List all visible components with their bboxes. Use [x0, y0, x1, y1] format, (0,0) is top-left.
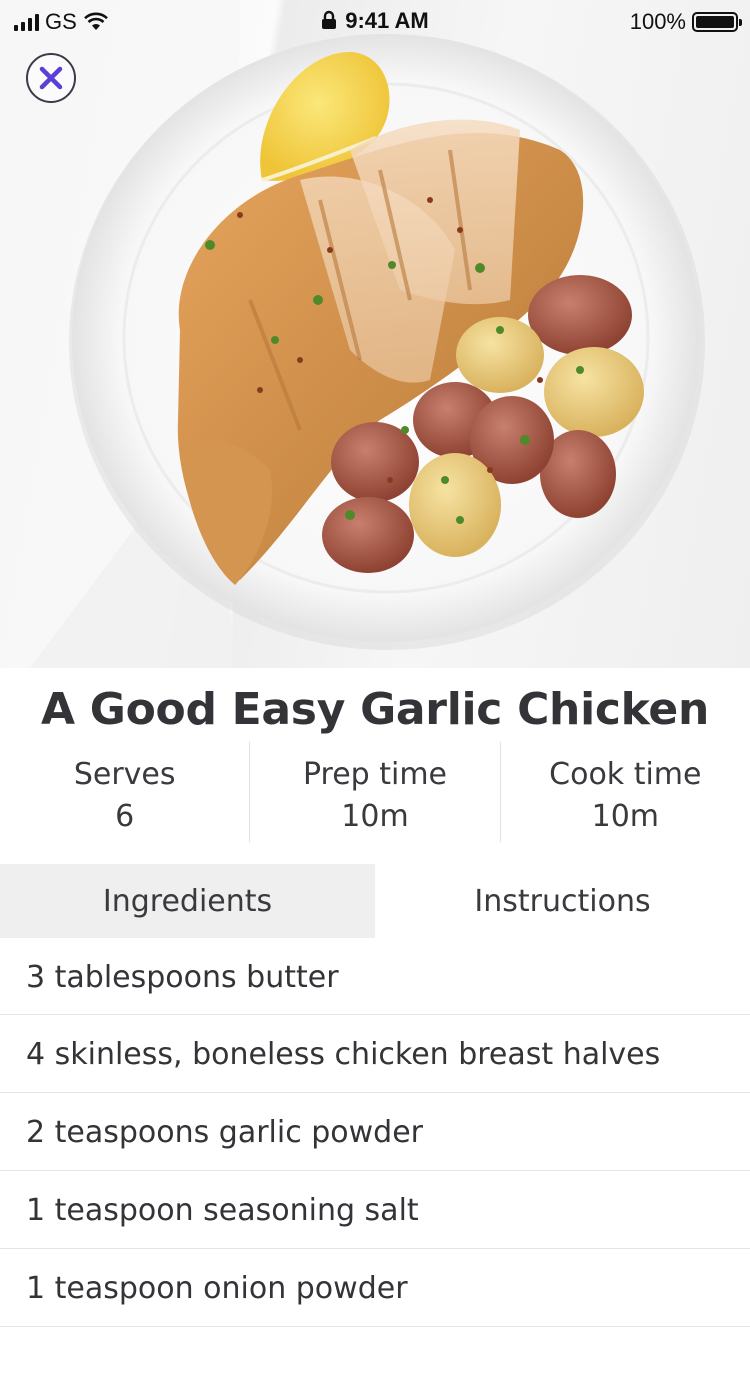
lock-icon [322, 10, 337, 29]
ingredient-list: 3 tablespoons butter 4 skinless, boneles… [0, 938, 750, 1327]
close-icon [39, 66, 63, 90]
meta-prep-label: Prep time [302, 757, 448, 792]
close-button[interactable] [26, 53, 76, 103]
meta-serves-label: Serves [73, 757, 176, 792]
ingredient-item: 1 teaspoon seasoning salt [0, 1171, 750, 1249]
meta-serves-value: 6 [115, 799, 135, 834]
status-bar: GS 9:41 AM 100% [0, 0, 750, 44]
recipe-title: A Good Easy Garlic Chicken [41, 684, 709, 735]
meta-cook-time: Cook time 10m [501, 742, 750, 842]
ingredient-item: 2 teaspoons garlic powder [0, 1093, 750, 1171]
ingredient-item: 1 teaspoon onion powder [0, 1249, 750, 1327]
battery-icon [692, 12, 742, 32]
recipe-photo-illustration [0, 0, 705, 668]
tab-ingredients[interactable]: Ingredients [0, 864, 375, 938]
battery-percent: 100% [629, 9, 686, 34]
recipe-meta: Serves 6 Prep time 10m Cook time 10m [0, 742, 750, 842]
meta-prep-value: 10m [341, 799, 409, 834]
ingredient-item: 3 tablespoons butter [0, 938, 750, 1015]
meta-cook-label: Cook time [549, 757, 702, 792]
ingredient-item: 4 skinless, boneless chicken breast halv… [0, 1015, 750, 1093]
recipe-tabs: Ingredients Instructions [0, 864, 750, 938]
meta-cook-value: 10m [591, 799, 660, 834]
status-time: 9:41 AM [345, 8, 429, 33]
meta-prep-time: Prep time 10m [249, 742, 501, 842]
recipe-photo [0, 0, 750, 668]
tab-instructions[interactable]: Instructions [375, 864, 750, 938]
battery-group: 100% [629, 9, 742, 35]
meta-serves: Serves 6 [0, 742, 249, 842]
